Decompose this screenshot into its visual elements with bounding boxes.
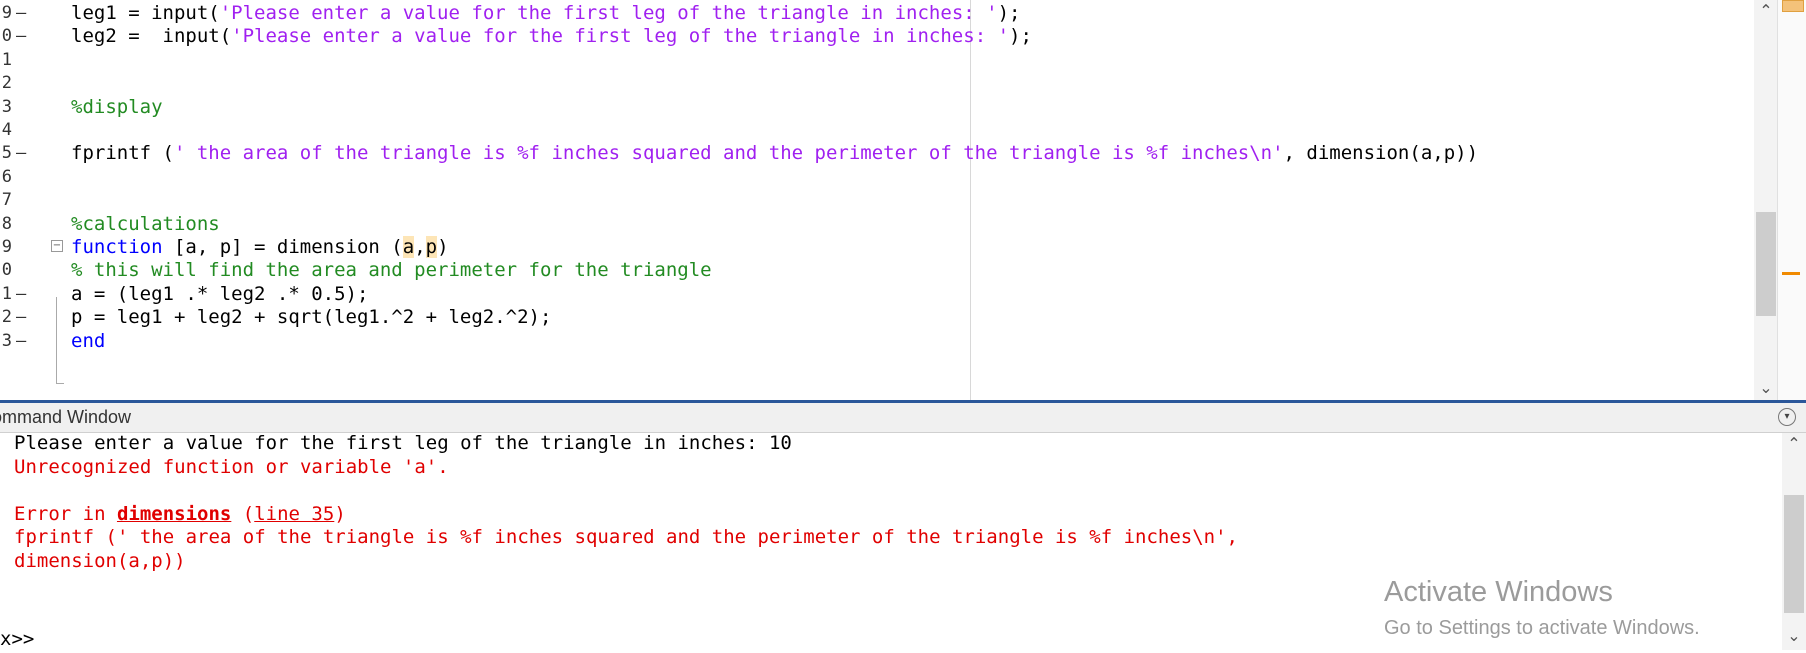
output-line: dimension(a,p)) <box>14 548 186 575</box>
command-scroll-thumb[interactable] <box>1784 495 1804 613</box>
code-token: a <box>402 236 415 258</box>
panel-menu-icon[interactable]: ▾ <box>1778 408 1796 426</box>
code-token: ' the area of the triangle is %f inches … <box>173 142 1284 165</box>
error-line-link[interactable]: line 35 <box>254 503 334 525</box>
code-token: fprintf ( <box>71 142 174 165</box>
code-token: function <box>71 236 163 258</box>
breakpoint-marker[interactable]: – <box>16 328 26 355</box>
chevron-up-icon[interactable]: ⌃ <box>1787 436 1801 452</box>
code-token: %display <box>71 95 163 118</box>
chevron-down-icon[interactable]: ⌄ <box>1787 628 1801 644</box>
command-window-scrollbar[interactable]: ⌃ ⌄ <box>1782 433 1806 650</box>
code-token: leg1 = input( <box>71 2 220 24</box>
output-line: Unrecognized function or variable 'a'. <box>14 454 449 481</box>
code-token: 'Please enter a value for the first leg … <box>231 25 1010 48</box>
warning-marker[interactable] <box>1782 272 1800 275</box>
code-token: ) <box>437 236 449 258</box>
code-token: [a, p] = dimension ( <box>162 236 403 258</box>
code-token: , <box>414 236 426 258</box>
code-token: ); <box>1009 25 1032 48</box>
code-token: p = leg1 + leg2 + sqrt(leg1.^2 + leg2.^2… <box>71 306 552 329</box>
line-number: 3 <box>1 330 12 351</box>
watermark-title: Activate Windows <box>1384 576 1613 608</box>
fold-toggle-icon[interactable]: − <box>51 240 63 252</box>
fold-guide <box>56 297 57 383</box>
editor-overview-ruler[interactable] <box>1777 0 1806 400</box>
command-window-header: ommand Window ▾ <box>0 403 1806 433</box>
code-token: Please enter a value for the first leg o… <box>14 432 792 454</box>
code-editor[interactable]: 9– leg1 = input('Please enter a value for… <box>0 0 1806 402</box>
code-token: 'Please enter a value for the first leg … <box>219 2 998 24</box>
chevron-down-icon[interactable]: ⌄ <box>1759 380 1773 396</box>
error-function-link[interactable]: dimensions <box>117 503 231 525</box>
output-line: fprintf (' the area of the triangle is %… <box>14 524 1238 551</box>
code-token: fprintf (' the area of the triangle is %… <box>14 526 1238 548</box>
code-token: Unrecognized function or variable 'a'. <box>14 455 449 478</box>
code-token: % this will find the area and perimeter … <box>71 259 712 282</box>
command-window-title: ommand Window <box>0 407 132 427</box>
code-line[interactable]: 3– end <box>0 328 1750 355</box>
editor-scroll-thumb[interactable] <box>1756 212 1776 316</box>
code-token: p <box>425 236 438 258</box>
command-prompt[interactable]: x>> <box>0 626 34 653</box>
code-token: %calculations <box>71 212 220 235</box>
fold-guide-end <box>56 383 64 384</box>
code-token: dimension(a,p)) <box>14 549 186 572</box>
code-token: Error in <box>14 502 117 525</box>
code-token: a = (leg1 .* leg2 .* 0.5); <box>71 282 369 305</box>
code-token: ); <box>997 2 1021 24</box>
watermark-subtitle: Go to Settings to activate Windows. <box>1384 617 1700 639</box>
editor-scrollbar[interactable]: ⌃ ⌄ <box>1754 0 1778 400</box>
code-token: , dimension(a,p)) <box>1283 142 1479 165</box>
code-token: ) <box>334 502 346 525</box>
code-token: end <box>71 329 106 352</box>
status-indicator[interactable] <box>1782 0 1804 12</box>
chevron-up-icon[interactable]: ⌃ <box>1759 3 1773 19</box>
code-token: ( <box>231 502 255 525</box>
code-token: leg2 = input( <box>71 25 232 48</box>
code-text: end <box>71 328 105 355</box>
